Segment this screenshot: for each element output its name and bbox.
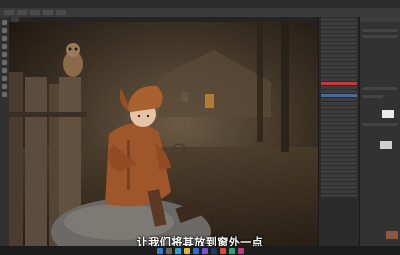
layer-row[interactable] [321, 126, 357, 129]
photoshop-icon[interactable] [210, 247, 217, 254]
photo-scene [9, 22, 318, 246]
layer-row[interactable] [321, 66, 357, 69]
layer-row[interactable] [321, 110, 357, 113]
property-field[interactable] [363, 123, 397, 126]
layer-row[interactable] [321, 30, 357, 33]
layer-row[interactable] [321, 162, 357, 165]
layer-row[interactable] [321, 34, 357, 37]
lasso-tool-icon[interactable] [2, 36, 7, 41]
property-field[interactable] [363, 35, 397, 38]
layer-row[interactable] [321, 58, 357, 61]
layer-row[interactable] [321, 170, 357, 173]
menu-bar [0, 0, 400, 8]
store-icon[interactable] [201, 247, 208, 254]
layer-row[interactable] [321, 62, 357, 65]
tool-option[interactable] [56, 10, 66, 15]
canvas[interactable] [9, 22, 318, 246]
layer-row[interactable] [321, 50, 357, 53]
crop-tool-icon[interactable] [2, 44, 7, 49]
layer-thumbnail[interactable] [382, 110, 394, 118]
layer-row[interactable] [321, 26, 357, 29]
folder-icon[interactable] [183, 247, 190, 254]
edge-icon[interactable] [228, 247, 235, 254]
layer-row[interactable] [321, 54, 357, 57]
stamp-tool-icon[interactable] [2, 60, 7, 65]
layer-row[interactable] [321, 118, 357, 121]
tool-option[interactable] [43, 10, 53, 15]
properties-panel [359, 17, 400, 246]
layer-row[interactable] [321, 78, 357, 81]
layer-row[interactable] [321, 22, 357, 25]
layer-row[interactable] [321, 134, 357, 137]
layer-row[interactable] [321, 74, 357, 77]
tool-option[interactable] [30, 10, 40, 15]
layer-row[interactable] [321, 186, 357, 189]
layer-row-active[interactable] [321, 94, 357, 97]
chrome-icon[interactable] [219, 247, 226, 254]
layer-row[interactable] [321, 42, 357, 45]
layer-row[interactable] [321, 122, 357, 125]
eraser-tool-icon[interactable] [2, 68, 7, 73]
property-field[interactable] [363, 29, 397, 32]
layer-row[interactable] [321, 70, 357, 73]
browser-icon[interactable] [174, 247, 181, 254]
layer-row[interactable] [321, 142, 357, 145]
layer-row[interactable] [321, 178, 357, 181]
layer-row[interactable] [321, 102, 357, 105]
layer-row[interactable] [321, 106, 357, 109]
mask-thumbnail[interactable] [380, 141, 392, 149]
tools-panel [0, 17, 9, 246]
gradient-tool-icon[interactable] [2, 76, 7, 81]
tool-option[interactable] [17, 10, 27, 15]
layer-row[interactable] [321, 158, 357, 161]
layer-row[interactable] [321, 18, 357, 21]
search-icon[interactable] [165, 247, 172, 254]
layer-row[interactable] [321, 146, 357, 149]
layer-row[interactable] [321, 38, 357, 41]
layer-row[interactable] [321, 174, 357, 177]
tool-option[interactable] [4, 10, 14, 15]
marquee-tool-icon[interactable] [2, 28, 7, 33]
layers-panel [318, 17, 359, 246]
layer-row[interactable] [321, 130, 357, 133]
layer-row[interactable] [321, 182, 357, 185]
layer-row[interactable] [321, 114, 357, 117]
options-bar [0, 8, 400, 17]
layer-row[interactable] [321, 150, 357, 153]
start-icon[interactable] [156, 247, 163, 254]
layer-row[interactable] [321, 90, 357, 93]
layer-row-selected[interactable] [321, 82, 357, 85]
layer-row[interactable] [321, 138, 357, 141]
brush-tool-icon[interactable] [2, 52, 7, 57]
text-tool-icon[interactable] [2, 84, 7, 89]
layer-row[interactable] [321, 86, 357, 89]
layer-row[interactable] [321, 154, 357, 157]
panel-header [360, 17, 400, 22]
layer-row[interactable] [321, 166, 357, 169]
layer-row[interactable] [321, 194, 357, 197]
layer-row[interactable] [321, 190, 357, 193]
hand-tool-icon[interactable] [2, 92, 7, 97]
move-tool-icon[interactable] [2, 20, 7, 25]
property-field[interactable] [363, 87, 397, 90]
mail-icon[interactable] [192, 247, 199, 254]
layer-row[interactable] [321, 98, 357, 101]
property-field[interactable] [363, 95, 383, 98]
taskbar [0, 246, 400, 255]
layer-row[interactable] [321, 46, 357, 49]
media-icon[interactable] [237, 247, 244, 254]
